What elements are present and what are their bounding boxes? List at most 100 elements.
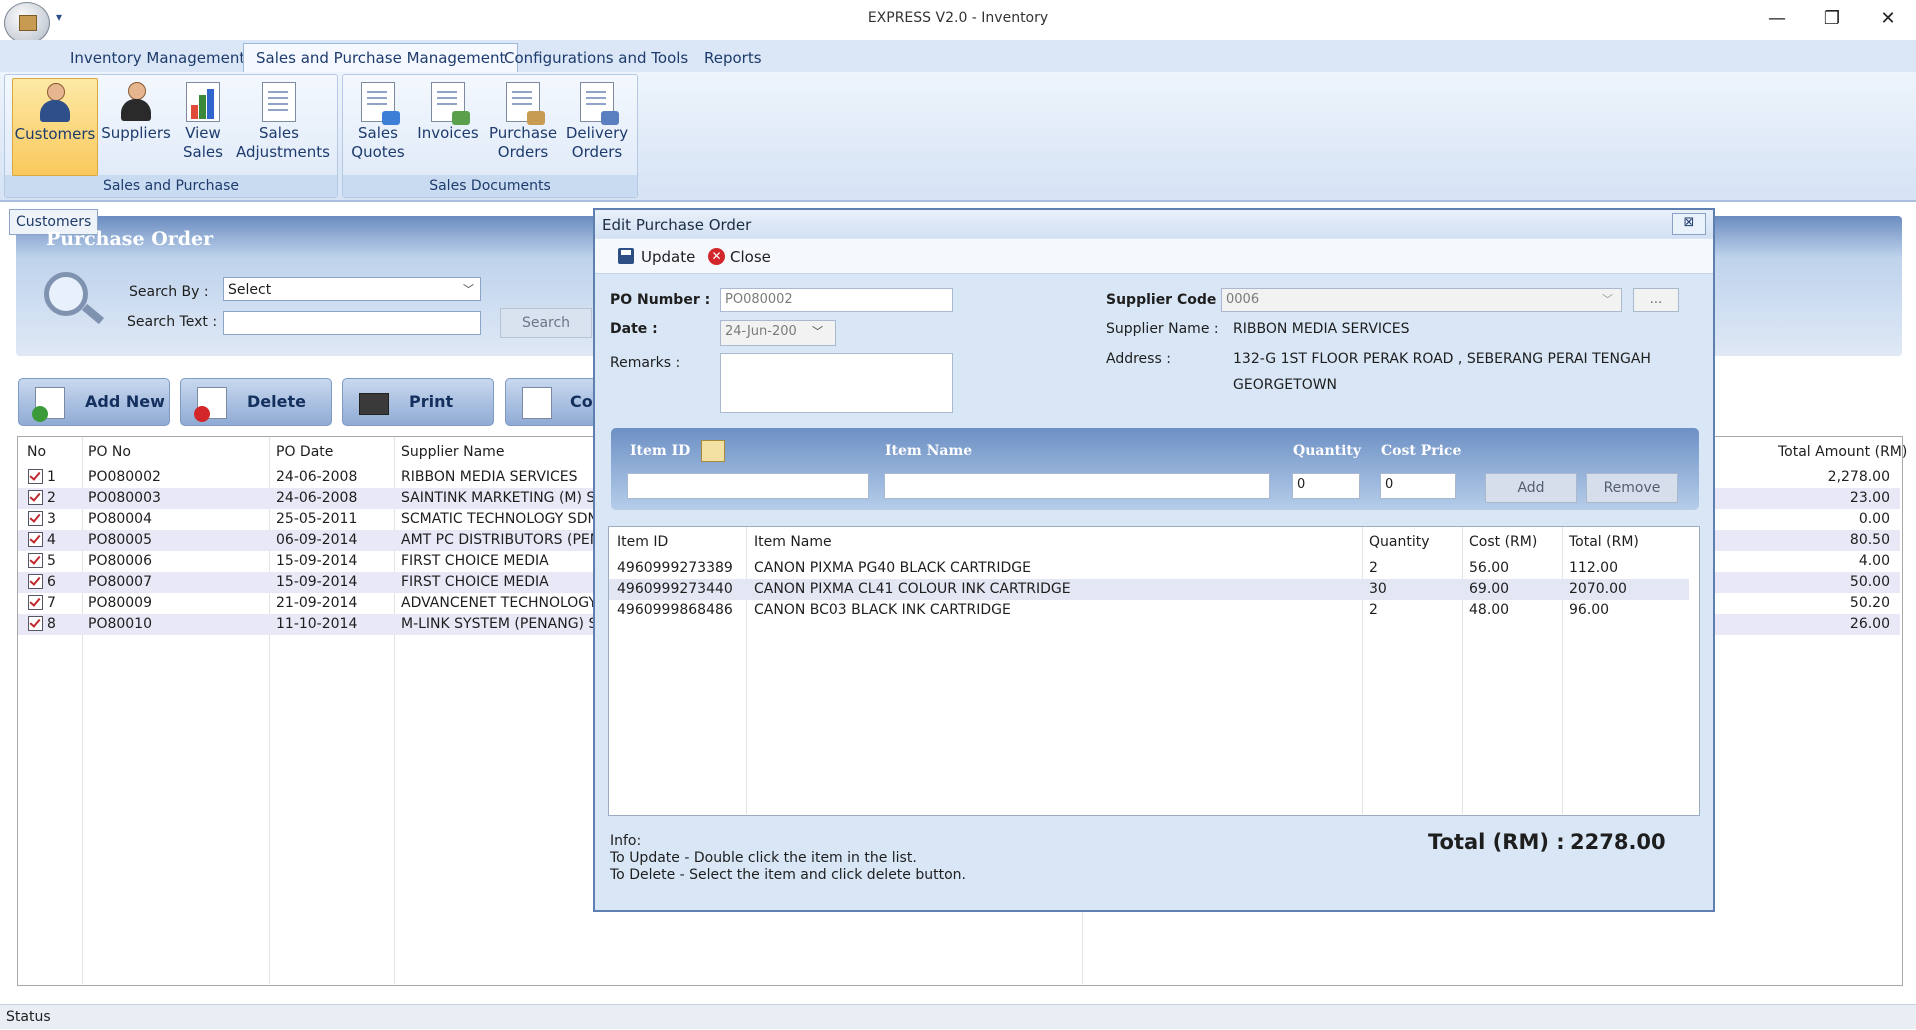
status-bar: Status [0,1004,1916,1029]
date-picker[interactable]: 24-Jun-200 ﹀ [720,320,836,346]
column-header-item-id[interactable]: Item ID [617,534,668,550]
search-by-label: Search By : [129,284,209,300]
column-header-no[interactable]: No [27,444,46,460]
browse-supplier-button[interactable]: ... [1633,288,1679,312]
row-checkbox[interactable] [28,616,43,631]
button-label: Orders [497,143,549,161]
print-button[interactable]: Print [342,378,494,426]
tab-sales-and-purchase-management[interactable]: Sales and Purchase Management [243,43,519,72]
quantity-input[interactable]: 0 [1292,473,1360,499]
po-number-field[interactable]: PO080002 [720,288,953,312]
cell-po-no: PO080002 [88,469,161,485]
cell-quantity: 2 [1369,602,1378,618]
tab-inventory-management[interactable]: Inventory Management [58,44,257,72]
supplier-name-label: Supplier Name : [1106,321,1219,337]
info-title: Info: [610,833,642,849]
cell-no: 2 [47,490,56,506]
view-sales-button[interactable]: View Sales [168,78,238,174]
cell-supplier: RIBBON MEDIA SERVICES [401,469,578,485]
cell-supplier: AMT PC DISTRIBUTORS (PENAN [401,532,621,548]
search-by-select[interactable]: Select ﹀ [223,277,481,301]
column-header-quantity[interactable]: Quantity [1369,534,1430,550]
button-label: Adjustments [236,143,330,161]
column-header-item-name[interactable]: Item Name [754,534,832,550]
row-checkbox[interactable] [28,490,43,505]
row-checkbox[interactable] [28,574,43,589]
cell-item-id: 4960999868486 [617,602,733,618]
list-item[interactable]: 4960999868486 CANON BC03 BLACK INK CARTR… [609,600,1689,621]
add-item-button[interactable]: Add [1485,473,1577,503]
cell-no: 1 [47,469,56,485]
copy-button[interactable]: Co [505,378,597,426]
cell-po-date: 06-09-2014 [276,532,358,548]
group-label: Sales Documents [343,175,637,197]
list-item[interactable]: 4960999273440 CANON PIXMA CL41 COLOUR IN… [609,579,1689,600]
cell-po-date: 15-09-2014 [276,553,358,569]
delete-button[interactable]: Delete [180,378,332,426]
search-by-value: Select [228,282,272,298]
row-checkbox[interactable] [28,469,43,484]
supplier-code-select[interactable]: 0006 ﹀ [1221,288,1622,312]
cell-item-name: CANON PIXMA CL41 COLOUR INK CARTRIDGE [754,581,1071,597]
remarks-textarea[interactable] [720,353,953,413]
column-header-supplier-name[interactable]: Supplier Name [401,444,504,460]
row-checkbox[interactable] [28,595,43,610]
po-number-label: PO Number : [610,292,711,308]
column-header-total[interactable]: Total (RM) [1569,534,1639,550]
search-button[interactable]: Search [500,308,592,338]
button-label: Customers [14,125,96,143]
tab-reports[interactable]: Reports [692,44,774,72]
info-delete: To Delete - Select the item and click de… [610,867,966,883]
column-header-cost[interactable]: Cost (RM) [1469,534,1537,550]
item-lookup-icon[interactable] [701,440,725,462]
close-icon[interactable]: ✕ [708,248,725,265]
row-checkbox[interactable] [28,511,43,526]
row-checkbox[interactable] [28,553,43,568]
info-update: To Update - Double click the item in the… [610,850,917,866]
item-name-input[interactable] [884,473,1270,499]
view-sales-icon [186,82,220,122]
cost-price-header: Cost Price [1381,443,1462,459]
sales-quotes-button[interactable]: Sales Quotes [342,78,414,174]
save-icon[interactable] [618,248,634,264]
minimize-button[interactable]: — [1752,4,1802,34]
remove-item-button[interactable]: Remove [1586,473,1678,503]
button-label: Sales [358,124,398,142]
search-text-input[interactable] [223,311,481,335]
cost-price-input[interactable]: 0 [1380,473,1456,499]
close-button[interactable]: Close [730,245,771,269]
delivery-orders-button[interactable]: Delivery Orders [560,78,634,174]
dialog-close-button[interactable]: ⊠ [1672,213,1706,235]
cell-total: 0.00 [1858,511,1890,527]
row-checkbox[interactable] [28,532,43,547]
address-line-1: 132-G 1ST FLOOR PERAK ROAD , SEBERANG PE… [1233,351,1651,367]
supplier-code-label: Supplier Code : [1106,292,1227,308]
close-window-button[interactable]: ✕ [1863,4,1913,34]
customers-button[interactable]: Customers [12,78,98,176]
cell-supplier: SCMATIC TECHNOLOGY SDN BH [401,511,623,527]
tab-configurations-and-tools[interactable]: Configurations and Tools [492,44,700,72]
sales-adjustments-button[interactable]: Sales Adjustments [236,78,330,174]
restore-button[interactable]: ❐ [1807,4,1857,34]
update-button[interactable]: Update [641,245,695,269]
column-header-total-amount[interactable]: Total Amount (RM) [1778,444,1907,460]
cell-po-date: 24-06-2008 [276,490,358,506]
button-label: Quotes [351,143,405,161]
cell-supplier: M-LINK SYSTEM (PENANG) SDN [401,616,619,632]
date-label: Date : [610,321,658,337]
cell-supplier: ADVANCENET TECHNOLOGY (M [401,595,619,611]
cell-po-no: PO80009 [88,595,152,611]
list-item[interactable]: 4960999273389 CANON PIXMA PG40 BLACK CAR… [609,558,1689,579]
customer-icon [35,83,75,123]
item-id-input[interactable] [627,473,869,499]
dialog-title-bar[interactable] [595,210,1713,238]
invoices-button[interactable]: Invoices [412,78,484,174]
add-new-button[interactable]: Add New [18,378,170,426]
suppliers-button[interactable]: Suppliers [100,78,172,174]
column-header-po-date[interactable]: PO Date [276,444,333,460]
cell-total: 80.50 [1849,532,1890,548]
cell-cost: 48.00 [1469,602,1510,618]
column-header-po-no[interactable]: PO No [88,444,131,460]
chevron-down-icon[interactable]: ﹀ [812,321,823,343]
purchase-orders-button[interactable]: Purchase Orders [486,78,560,174]
